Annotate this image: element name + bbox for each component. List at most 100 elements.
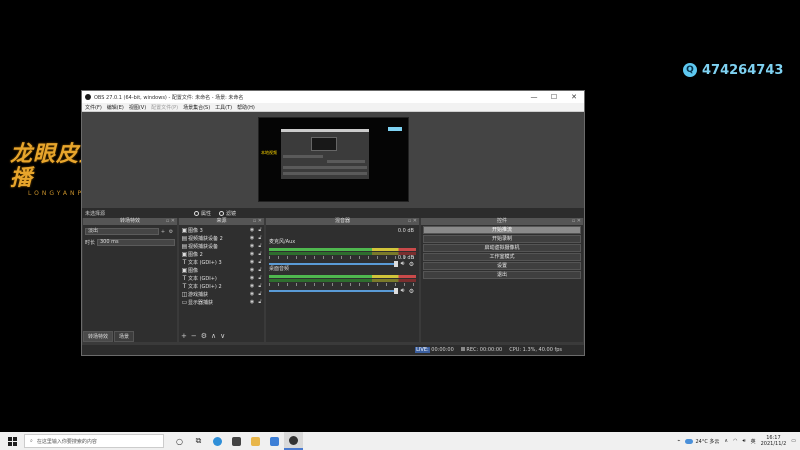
dock-float-close-icon[interactable]: ▫ ✕ — [572, 218, 581, 225]
source-name: 图像 2 — [188, 251, 203, 258]
list-item[interactable]: ▣ 图像 2 ◉ 🔓︎ — [179, 250, 264, 258]
list-item[interactable]: ▤ 视频捕获设备 ◉ 🔓︎ — [179, 242, 264, 250]
minimize-icon[interactable]: — — [524, 93, 544, 101]
wifi-icon[interactable]: ◠ — [733, 438, 737, 444]
list-item[interactable]: T 文本 (GDI+) 3 ◉ 🔓︎ — [179, 258, 264, 266]
network-icon[interactable]: ⌁ — [677, 438, 680, 444]
lock-icon[interactable]: 🔓︎ — [256, 283, 264, 289]
lock-icon[interactable]: 🔓︎ — [256, 299, 264, 305]
weather-widget[interactable]: 24°C 多云 — [685, 438, 719, 445]
lock-icon[interactable]: 🔓︎ — [256, 275, 264, 281]
exit-button[interactable]: 退出 — [423, 271, 581, 279]
list-item[interactable]: ▤ 视频捕获设备 2 ◉ 🔓︎ — [179, 234, 264, 242]
lock-icon[interactable]: 🔓︎ — [256, 291, 264, 297]
clock[interactable]: 16:17 2021/11/2 — [761, 435, 787, 447]
filters-button[interactable]: 滤镜 — [219, 210, 236, 217]
lock-icon[interactable]: 🔓︎ — [256, 267, 264, 273]
move-down-icon[interactable]: ∨ — [220, 332, 225, 340]
eye-icon[interactable]: ◉ — [248, 227, 256, 233]
eye-icon[interactable]: ◉ — [248, 299, 256, 305]
taskbar-search[interactable]: ⌕ 在这里输入你要搜索的内容 — [24, 434, 164, 448]
transition-type-select[interactable]: 淡出 — [85, 228, 159, 235]
eye-icon[interactable]: ◉ — [248, 259, 256, 265]
gear-icon[interactable]: ⚙ — [167, 229, 175, 235]
eye-icon[interactable]: ◉ — [248, 275, 256, 281]
move-up-icon[interactable]: ∧ — [211, 332, 216, 340]
eye-icon[interactable]: ◉ — [248, 243, 256, 249]
menu-file[interactable]: 文件(F) — [85, 104, 102, 111]
lock-icon[interactable]: 🔓︎ — [256, 235, 264, 241]
volume-slider[interactable] — [269, 288, 398, 294]
edge-icon[interactable] — [208, 432, 227, 450]
eye-icon[interactable]: ◉ — [248, 267, 256, 273]
cortana-icon[interactable]: ○ — [170, 432, 189, 450]
maximize-icon[interactable]: ☐ — [544, 93, 564, 101]
store-icon[interactable] — [227, 432, 246, 450]
video-capture-icon: ▤ — [181, 234, 188, 242]
transition-type-row: 淡出 + ⚙ — [85, 227, 175, 236]
dock-tabs: 转场特效 场景 — [83, 331, 135, 342]
notification-icon[interactable]: ▭ — [791, 438, 796, 444]
preview-canvas[interactable]: 本地视频 — [258, 117, 409, 202]
source-name: 游戏捕获 — [188, 291, 209, 298]
gear-icon — [194, 210, 199, 216]
menu-tools[interactable]: 工具(T) — [215, 104, 232, 111]
properties-label: 属性 — [201, 210, 212, 217]
list-item[interactable]: T 文本 (GDI+) 2 ◉ 🔓︎ — [179, 282, 264, 290]
lock-icon[interactable]: 🔓︎ — [256, 243, 264, 249]
menu-profile[interactable]: 配置文件(P) — [151, 104, 178, 111]
list-item[interactable]: ▭ 显示器捕获 ◉ 🔓︎ — [179, 298, 264, 306]
start-virtual-camera-button[interactable]: 启动虚拟摄像机 — [423, 244, 581, 252]
volume-icon[interactable]: 🔊︎ — [742, 438, 745, 444]
menu-view[interactable]: 视图(V) — [129, 104, 146, 111]
remove-icon[interactable]: − — [191, 332, 197, 340]
title-bar[interactable]: OBS 27.0.1 (64-bit, windows) - 配置文件: 未命名… — [82, 91, 584, 103]
source-name: 视频捕获设备 2 — [188, 235, 223, 242]
lock-icon[interactable]: 🔓︎ — [256, 227, 264, 233]
eye-icon[interactable]: ◉ — [248, 283, 256, 289]
start-button[interactable] — [0, 436, 24, 446]
slider-knob[interactable] — [394, 288, 398, 294]
speaker-icon[interactable]: 🔊︎ — [398, 287, 407, 295]
chevron-up-icon[interactable]: ∧ — [724, 438, 728, 444]
lock-icon[interactable]: 🔓︎ — [256, 259, 264, 265]
list-item[interactable]: ▣ 图像 3 ◉ 🔓︎ — [179, 226, 264, 234]
list-item[interactable]: ◫ 游戏捕获 ◉ 🔓︎ — [179, 290, 264, 298]
taskbar-apps: ○ ⧉ — [170, 432, 303, 450]
no-source-label: 未选择源 — [85, 210, 106, 217]
close-icon[interactable]: ✕ — [564, 93, 584, 101]
lock-icon[interactable]: 🔓︎ — [256, 251, 264, 257]
dock-float-close-icon[interactable]: ▫ ✕ — [253, 218, 262, 225]
gear-icon[interactable]: ⚙ — [407, 288, 416, 295]
start-streaming-button[interactable]: 开始推流 — [423, 226, 581, 234]
ime-indicator[interactable]: 英 — [751, 438, 756, 445]
task-view-icon[interactable]: ⧉ — [189, 432, 208, 450]
duration-input[interactable]: 300 ms — [97, 239, 175, 246]
start-recording-button[interactable]: 开始录制 — [423, 235, 581, 243]
tab-scenes[interactable]: 场景 — [114, 331, 135, 342]
weather-text: 24°C 多云 — [695, 438, 720, 445]
eye-icon[interactable]: ◉ — [248, 251, 256, 257]
studio-mode-button[interactable]: 工作室模式 — [423, 253, 581, 261]
menu-help[interactable]: 帮助(H) — [237, 104, 255, 111]
add-icon[interactable]: + — [181, 332, 187, 340]
file-explorer-icon[interactable] — [246, 432, 265, 450]
dock-float-close-icon[interactable]: ▫ ✕ — [166, 218, 175, 225]
preview-nested-titlebar — [281, 129, 369, 132]
list-item[interactable]: T 文本 (GDI+) ◉ 🔓︎ — [179, 274, 264, 282]
obs-taskbar-icon[interactable] — [284, 432, 303, 450]
list-item[interactable]: ▣ 图像 ◉ 🔓︎ — [179, 266, 264, 274]
mail-icon[interactable] — [265, 432, 284, 450]
eye-icon[interactable]: ◉ — [248, 291, 256, 297]
tab-transitions[interactable]: 转场特效 — [83, 331, 114, 342]
eye-icon[interactable]: ◉ — [248, 235, 256, 241]
gear-icon[interactable]: ⚙ — [201, 332, 207, 340]
plus-icon[interactable]: + — [159, 229, 167, 235]
menu-edit[interactable]: 编辑(E) — [107, 104, 124, 111]
volume-meter — [269, 248, 416, 251]
dock-float-close-icon[interactable]: ▫ ✕ — [408, 218, 417, 225]
menu-scene-collection[interactable]: 场景集合(S) — [183, 104, 210, 111]
volume-row: 🔊︎ ⚙ — [269, 287, 416, 295]
settings-button[interactable]: 设置 — [423, 262, 581, 270]
properties-button[interactable]: 属性 — [194, 210, 211, 217]
